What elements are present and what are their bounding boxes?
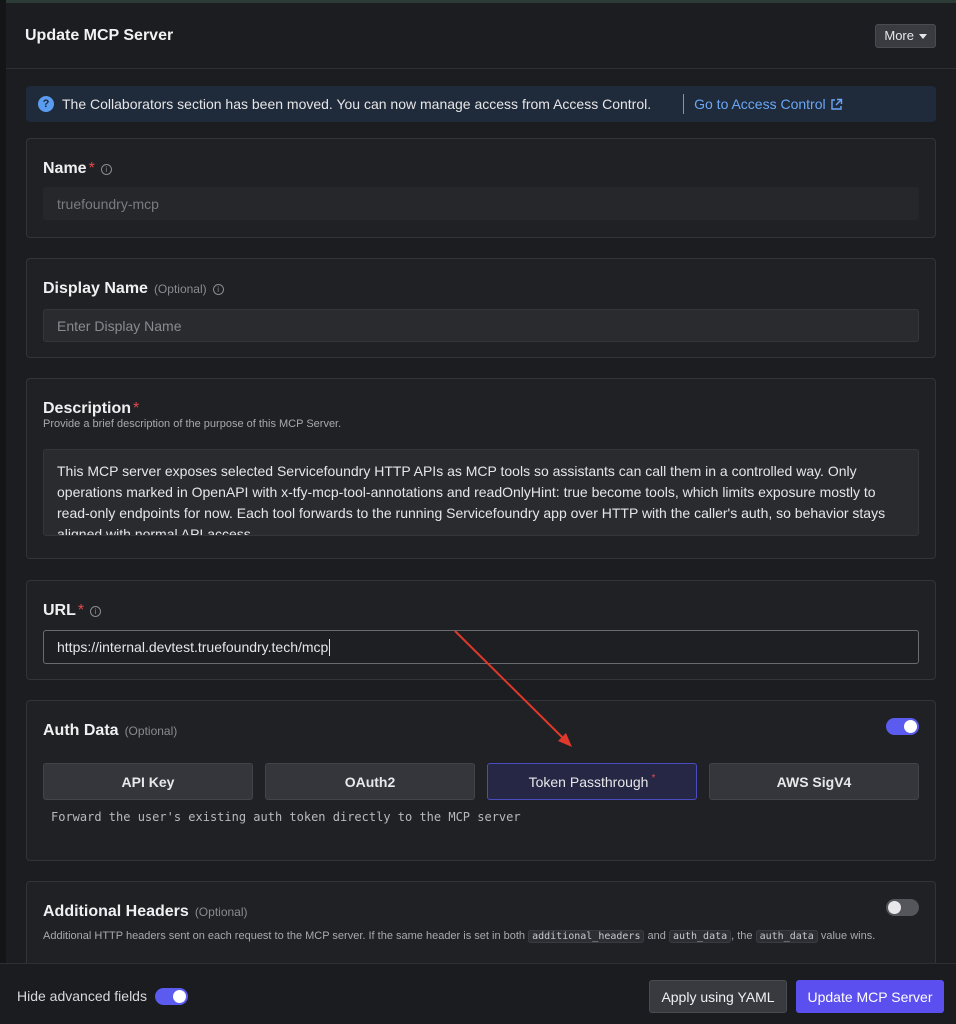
update-mcp-server-button[interactable]: Update MCP Server — [796, 980, 944, 1013]
apply-yaml-button[interactable]: Apply using YAML — [649, 980, 787, 1013]
footer-bar: Hide advanced fields Apply using YAML Up… — [0, 963, 956, 1024]
hide-advanced-label: Hide advanced fields — [17, 988, 147, 1004]
annotation-arrow — [454, 630, 572, 747]
update-label: Update MCP Server — [807, 988, 933, 1005]
update-mcp-server-page: Update MCP Server More ? The Collaborato… — [0, 0, 956, 1024]
apply-yaml-label: Apply using YAML — [661, 988, 775, 1005]
hide-advanced-toggle[interactable] — [155, 988, 188, 1005]
toggle-knob — [173, 990, 186, 1003]
